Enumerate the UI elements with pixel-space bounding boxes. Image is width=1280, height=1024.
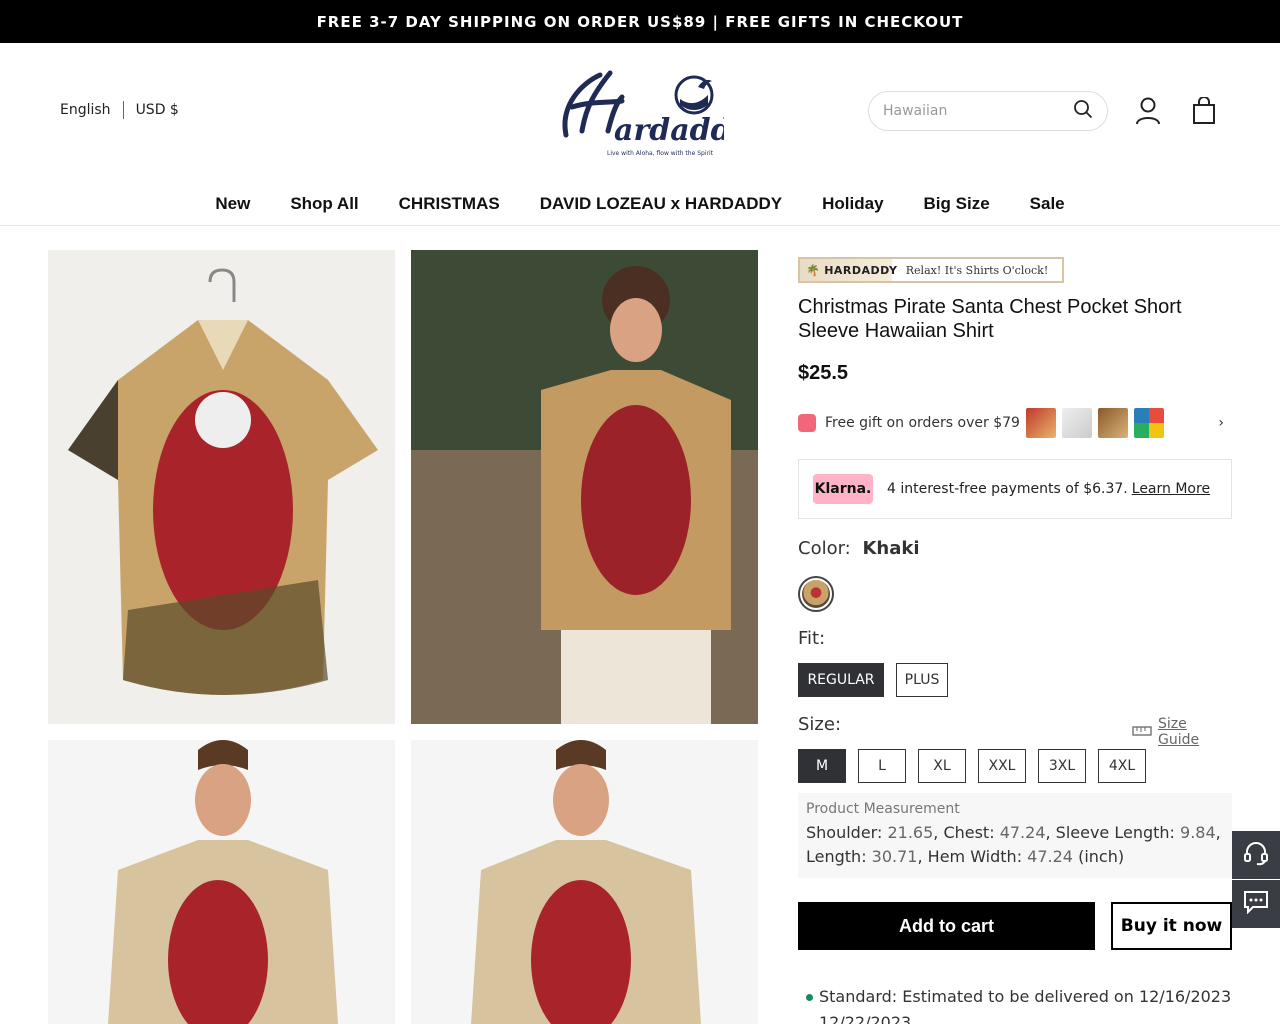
product-image-model-3[interactable]	[411, 740, 758, 1024]
color-value: Khaki	[862, 538, 920, 559]
chat-icon	[1243, 890, 1269, 918]
chevron-right-icon[interactable]: ›	[1218, 415, 1224, 431]
badge-slogan: Relax! It's Shirts O'clock!	[905, 263, 1049, 277]
sleeve-value: 9.84	[1180, 823, 1216, 842]
shoulder-label: Shoulder:	[806, 823, 883, 842]
product-measurement: Product Measurement Shoulder: 21.65, Che…	[798, 793, 1232, 878]
fit-option-regular[interactable]: REGULAR	[798, 663, 884, 697]
klarna-box: Klarna. 4 interest-free payments of $6.3…	[798, 459, 1232, 519]
currency-selector[interactable]: USD $	[136, 102, 179, 118]
nav-item-new[interactable]: New	[215, 194, 250, 214]
size-guide-text: Size Guide	[1158, 716, 1200, 748]
length-value: 30.71	[871, 847, 918, 866]
account-icon[interactable]	[1133, 95, 1163, 127]
nav-item-david-lozeau[interactable]: DAVID LOZEAU x HARDADDY	[540, 194, 782, 214]
buy-now-button[interactable]: Buy it now	[1111, 902, 1232, 950]
language-selector[interactable]: English	[60, 102, 111, 118]
brand-logo[interactable]: ardaddy Live with Aloha, flow with the S…	[552, 65, 752, 159]
length-label: Length:	[806, 847, 867, 866]
measurement-unit: (inch)	[1078, 847, 1125, 866]
shipping-standard: Standard: Estimated to be delivered on 1…	[819, 987, 1232, 1006]
sleeve-label: Sleeve Length:	[1055, 823, 1175, 842]
nav-item-sale[interactable]: Sale	[1030, 194, 1065, 214]
klarna-learn-more-link[interactable]: Learn More	[1132, 481, 1210, 497]
chest-label: Chest:	[943, 823, 995, 842]
gift-thumbnail	[1025, 408, 1056, 438]
nav-item-shop-all[interactable]: Shop All	[290, 194, 358, 214]
ruler-icon	[1132, 724, 1152, 740]
main-nav: New Shop All CHRISTMAS DAVID LOZEAU x HA…	[0, 183, 1280, 226]
product-price: $25.5	[798, 362, 849, 384]
svg-text:ardaddy: ardaddy	[614, 113, 724, 148]
headset-icon	[1243, 840, 1269, 870]
size-option-xxl[interactable]: XXL	[978, 749, 1026, 783]
hem-value: 47.24	[1027, 847, 1073, 866]
size-option-m[interactable]: M	[798, 749, 846, 783]
site-header: English USD $ ardaddy Live with Aloha, f…	[0, 43, 1280, 183]
measurement-values: Shoulder: 21.65, Chest: 47.24, Sleeve Le…	[806, 823, 1221, 866]
gift-thumbnail	[1097, 408, 1128, 438]
nav-item-holiday[interactable]: Holiday	[822, 194, 883, 214]
size-option-3xl[interactable]: 3XL	[1038, 749, 1086, 783]
size-option-xl[interactable]: XL	[918, 749, 966, 783]
cart-icon[interactable]	[1189, 95, 1219, 127]
size-option-4xl[interactable]: 4XL	[1098, 749, 1146, 783]
divider	[122, 101, 124, 119]
customer-service-button[interactable]	[1232, 831, 1280, 879]
chest-value: 47.24	[999, 823, 1046, 842]
size-label: Size:	[798, 714, 842, 735]
size-guide-link[interactable]: Size Guide	[1132, 716, 1232, 748]
klarna-logo: Klarna.	[813, 474, 873, 504]
product-image-model-2[interactable]	[48, 740, 395, 1024]
color-label: Color:	[798, 538, 851, 559]
size-option-l[interactable]: L	[858, 749, 906, 783]
badge-brand: 🌴 HARDADDY	[800, 259, 897, 281]
shipping-date-end: 12/22/2023	[819, 1013, 912, 1024]
search-input[interactable]	[883, 103, 1073, 119]
announcement-bar: FREE 3-7 DAY SHIPPING ON ORDER US$89 | F…	[0, 0, 1280, 43]
gift-icon	[798, 414, 816, 432]
klarna-text: 4 interest-free payments of $6.37.	[887, 481, 1128, 497]
hem-label: Hem Width:	[927, 847, 1023, 866]
logo-tagline: Live with Aloha, flow with the Spirit	[607, 150, 714, 157]
brand-badge: 🌴 HARDADDY Relax! It's Shirts O'clock!	[798, 257, 1064, 283]
locale-selector: English USD $	[60, 101, 179, 119]
gift-thumbnail	[1133, 408, 1164, 438]
fit-label: Fit:	[798, 628, 826, 649]
product-image-model-1[interactable]	[411, 250, 758, 724]
product-image-flat[interactable]	[48, 250, 395, 724]
color-label-row: Color: Khaki	[798, 538, 920, 559]
color-swatch-khaki[interactable]	[798, 576, 834, 612]
swatch-image	[802, 580, 830, 608]
shipping-estimate: Standard: Estimated to be delivered on 1…	[806, 984, 1236, 1024]
status-dot	[806, 994, 813, 1001]
palm-tree-icon: 🌴	[806, 263, 821, 277]
search-box[interactable]	[868, 91, 1108, 131]
shoulder-value: 21.65	[887, 823, 934, 842]
gift-thumbnail	[1061, 408, 1092, 438]
gift-text: Free gift on orders over $79	[825, 415, 1020, 431]
nav-item-big-size[interactable]: Big Size	[924, 194, 990, 214]
product-title: Christmas Pirate Santa Chest Pocket Shor…	[798, 296, 1182, 342]
add-to-cart-button[interactable]: Add to cart	[798, 902, 1095, 950]
nav-item-christmas[interactable]: CHRISTMAS	[399, 194, 500, 214]
chat-button[interactable]	[1232, 880, 1280, 928]
fit-option-plus[interactable]: PLUS	[896, 663, 948, 697]
badge-brand-text: HARDADDY	[824, 263, 898, 277]
search-icon[interactable]	[1073, 99, 1093, 123]
free-gift-banner[interactable]: Free gift on orders over $79 ›	[798, 406, 1232, 440]
announcement-text: FREE 3-7 DAY SHIPPING ON ORDER US$89 | F…	[316, 12, 964, 31]
measurement-title: Product Measurement	[806, 801, 960, 817]
